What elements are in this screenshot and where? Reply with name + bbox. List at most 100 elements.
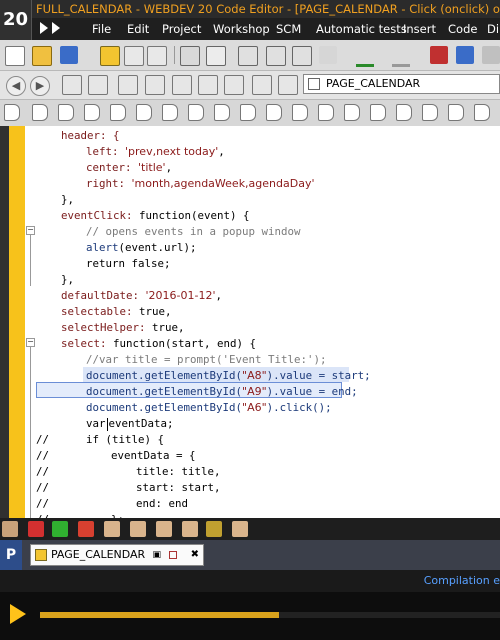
code-token: ).value = end; bbox=[266, 385, 358, 398]
event-icon[interactable] bbox=[58, 104, 74, 121]
event-icon[interactable] bbox=[110, 104, 126, 121]
format-brush-icon[interactable] bbox=[319, 46, 337, 64]
event-icon[interactable] bbox=[188, 104, 204, 121]
more-tools-icon[interactable] bbox=[482, 46, 500, 64]
event-icon[interactable] bbox=[422, 104, 438, 121]
back-icon[interactable]: ◀ bbox=[6, 76, 26, 96]
event-icon[interactable] bbox=[4, 104, 20, 121]
comment-marker: // bbox=[36, 465, 50, 478]
video-player-bar bbox=[0, 592, 500, 640]
compile-icon[interactable] bbox=[430, 46, 448, 64]
green-flag-icon[interactable] bbox=[52, 521, 68, 537]
document2-icon[interactable] bbox=[147, 46, 167, 66]
grid-icon[interactable] bbox=[456, 46, 474, 64]
arrow-icon[interactable] bbox=[172, 75, 192, 95]
play-icon[interactable] bbox=[10, 604, 26, 624]
event-icon[interactable] bbox=[136, 104, 152, 121]
redo-icon[interactable] bbox=[392, 46, 410, 67]
document-icon[interactable] bbox=[124, 46, 144, 66]
restore-icon[interactable]: ▣ bbox=[152, 545, 161, 565]
window-icon[interactable] bbox=[145, 75, 165, 95]
menu-edit[interactable]: Edit bbox=[127, 18, 149, 40]
menu-project[interactable]: Project bbox=[162, 18, 201, 40]
chart-icon[interactable] bbox=[252, 75, 272, 95]
event-icon[interactable] bbox=[84, 104, 100, 121]
code-token: eventData = { bbox=[111, 449, 196, 462]
menu-scm[interactable]: SCM bbox=[276, 18, 301, 40]
hand-icon[interactable] bbox=[206, 521, 222, 537]
event-icon[interactable] bbox=[474, 104, 490, 121]
code-token: "A8" bbox=[242, 369, 267, 382]
page-icon[interactable] bbox=[100, 46, 120, 66]
run-arrows-icon[interactable] bbox=[40, 22, 82, 36]
print-icon[interactable] bbox=[180, 46, 200, 66]
menu-file[interactable]: File bbox=[92, 18, 111, 40]
event-icon[interactable] bbox=[344, 104, 360, 121]
event-icon[interactable] bbox=[318, 104, 334, 121]
compilation-status[interactable]: Compilation e bbox=[424, 570, 500, 592]
forward-icon[interactable]: ▶ bbox=[30, 76, 50, 96]
fold-toggle[interactable]: − bbox=[26, 226, 35, 235]
tree-icon[interactable] bbox=[224, 75, 244, 95]
undo-icon[interactable] bbox=[356, 46, 374, 67]
hand-icon[interactable] bbox=[182, 521, 198, 537]
new-file-icon[interactable] bbox=[5, 46, 25, 66]
event-icon[interactable] bbox=[214, 104, 230, 121]
code-token: , bbox=[218, 145, 225, 158]
event-icon[interactable] bbox=[240, 104, 256, 121]
hand-icon[interactable] bbox=[232, 521, 248, 537]
code-token: ).value = start; bbox=[266, 369, 371, 382]
code-text: }, bbox=[61, 272, 74, 288]
menu-workshop[interactable]: Workshop bbox=[213, 18, 270, 40]
event-icon[interactable] bbox=[266, 104, 282, 121]
event-icon[interactable] bbox=[370, 104, 386, 121]
code-token: 'prev,next today' bbox=[125, 145, 219, 158]
upload-icon[interactable] bbox=[62, 75, 82, 95]
code-token: title: title, bbox=[136, 465, 221, 478]
menu-more[interactable]: Di bbox=[487, 18, 499, 40]
link-icon[interactable] bbox=[198, 75, 218, 95]
cut-icon[interactable] bbox=[238, 46, 258, 66]
code-token: header: { bbox=[61, 129, 120, 142]
event-icon[interactable] bbox=[162, 104, 178, 121]
paste-icon[interactable] bbox=[292, 46, 312, 66]
progress-track[interactable] bbox=[40, 612, 500, 618]
code-token: left: bbox=[86, 145, 126, 158]
target-icon[interactable] bbox=[169, 551, 177, 559]
fold-toggle[interactable]: − bbox=[26, 338, 35, 347]
code-text: document.getElementById("A9").value = en… bbox=[86, 384, 358, 400]
search-icon[interactable] bbox=[278, 75, 298, 95]
hand-icon[interactable] bbox=[130, 521, 146, 537]
event-icon[interactable] bbox=[292, 104, 308, 121]
open-folder-icon[interactable] bbox=[32, 46, 52, 66]
save-icon[interactable] bbox=[60, 46, 78, 64]
code-editor[interactable]: − − header: {left: 'prev,next today', cen… bbox=[0, 126, 500, 518]
marker-icon[interactable] bbox=[78, 521, 94, 537]
menu-automatic-tests[interactable]: Automatic tests bbox=[316, 18, 407, 40]
red-flag-icon[interactable] bbox=[28, 521, 44, 537]
hand-icon[interactable] bbox=[2, 521, 18, 537]
code-text: right: 'month,agendaWeek,agendaDay' bbox=[86, 176, 315, 192]
close-icon[interactable]: ✖ bbox=[191, 545, 199, 565]
code-token: true, bbox=[139, 305, 172, 318]
page-selector-value: PAGE_CALENDAR bbox=[326, 77, 421, 90]
tab-label: PAGE_CALENDAR bbox=[51, 548, 146, 561]
event-icon[interactable] bbox=[396, 104, 412, 121]
event-icon[interactable] bbox=[448, 104, 464, 121]
copy-icon[interactable] bbox=[266, 46, 286, 66]
menu-code[interactable]: Code bbox=[448, 18, 477, 40]
menu-insert[interactable]: Insert bbox=[403, 18, 436, 40]
hand-icon[interactable] bbox=[156, 521, 172, 537]
page-selector[interactable]: PAGE_CALENDAR bbox=[303, 74, 500, 94]
progress-fill bbox=[40, 612, 280, 618]
gauge-icon[interactable] bbox=[118, 75, 138, 95]
r-code-icon[interactable] bbox=[88, 75, 108, 95]
print-preview-icon[interactable] bbox=[206, 46, 226, 66]
event-icon[interactable] bbox=[32, 104, 48, 121]
status-bar: Compilation e bbox=[0, 570, 500, 592]
project-icon[interactable]: P bbox=[0, 540, 22, 570]
hand-icon[interactable] bbox=[104, 521, 120, 537]
code-token: document.getElementById( bbox=[86, 385, 243, 398]
tab-page-calendar[interactable]: PAGE_CALENDAR ▣ ✖ bbox=[30, 544, 204, 566]
window-title: FULL_CALENDAR - WEBDEV 20 Code Editor - … bbox=[36, 2, 500, 16]
